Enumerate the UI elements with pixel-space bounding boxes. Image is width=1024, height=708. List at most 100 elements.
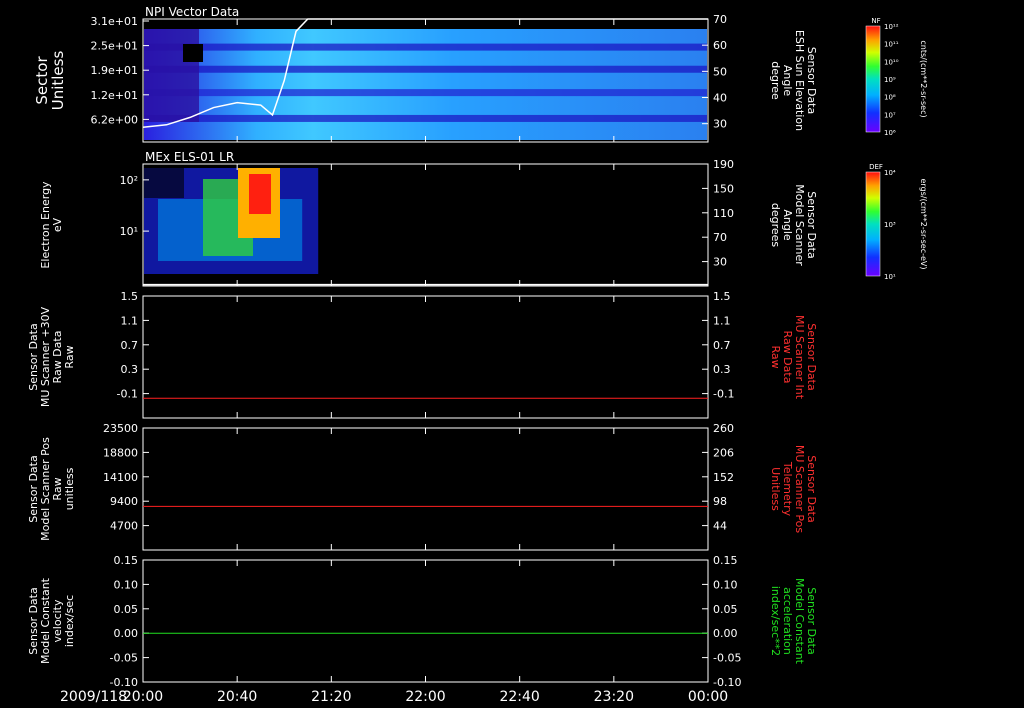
colorbar-label: 10⁷ (884, 111, 896, 119)
y2-axis-label-line: Unitless (769, 467, 782, 511)
y2-axis-label: Sensor DataESH Sun ElevationAngledegree (769, 30, 818, 131)
panel-4: 23500 18800 14100 9400 4700 260 206 152 98 44 Sens… (27, 422, 818, 551)
y2-tick-label: 206 (713, 446, 734, 459)
y2-tick-label: 110 (713, 207, 734, 220)
y-axis-label-line: unitless (63, 467, 76, 510)
y-axis-label-line: eV (51, 217, 64, 232)
y2-tick-label: 60 (713, 39, 727, 52)
panel-1: NPI Vector Data 3.1e+01 2.5e+01 1.9e+01 1.2e… (33, 5, 818, 143)
panel-2: MEx ELS-01 LR 10² 10¹ 190 150 110 70 30 Electron… (39, 150, 818, 287)
panel-frame (142, 559, 709, 683)
y2-axis-label: Sensor DataMU Scanner IntRaw DataRaw (769, 315, 818, 400)
colorbar-gradient (865, 25, 881, 133)
y-axis-label: Sensor DataModel Scanner PosRawunitless (27, 437, 76, 541)
panel-5: 0.15 0.10 0.05 0.00 -0.05 -0.10 0.15 0.10 0.05 0.… (27, 554, 818, 689)
colorbar-label: 10⁹ (884, 76, 896, 84)
y-tick-label: -0.1 (117, 388, 138, 401)
y2-tick-label: 1.5 (713, 290, 731, 303)
y-tick-label: 1.1 (121, 314, 139, 327)
y-tick-label: -0.10 (110, 676, 138, 689)
npi-heatmap (144, 29, 707, 140)
y-tick-label: 0.00 (114, 627, 139, 640)
y-tick-label: 0.7 (121, 339, 139, 352)
y2-tick-label: 70 (713, 231, 727, 244)
x-tick-label: 22:00 (405, 689, 445, 705)
y2-tick-label: 50 (713, 65, 727, 78)
y2-tick-label: 30 (713, 118, 727, 131)
y-tick-label: 1.2e+01 (91, 89, 138, 102)
colorbar-nf: NF 10¹² 10¹¹ 10¹⁰ 10⁹ 10⁸ 10⁷ 10⁶ cnts/(cm**2-sr… (865, 17, 928, 137)
y2-tick-label: -0.05 (713, 652, 741, 665)
y2-tick-label: 30 (713, 256, 727, 269)
colorbar-title: NF (871, 17, 880, 25)
y2-axis-label-line: index/sec**2 (769, 586, 782, 656)
x-tick-label: 22:40 (499, 689, 539, 705)
panel-title: NPI Vector Data (145, 5, 239, 19)
y-tick-label: 1.9e+01 (91, 64, 138, 77)
colorbar-label: 10¹² (884, 23, 899, 31)
colorbar-label: 10³ (884, 221, 896, 229)
panel-frame (142, 295, 709, 419)
colorbar-units: cnts/(cm**2-sr-sec) (919, 40, 928, 117)
y-tick-label: 1.5 (121, 290, 139, 303)
y-tick-label: 18800 (103, 446, 138, 459)
y2-tick-label: 40 (713, 92, 727, 105)
x-tick-label: 21:20 (311, 689, 351, 705)
y2-tick-label: 0.7 (713, 339, 731, 352)
colorbar-label: 10⁴ (884, 169, 896, 177)
y2-tick-label: 44 (713, 520, 727, 533)
y2-tick-label: 0.3 (713, 363, 731, 376)
y2-tick-label: 0.05 (713, 603, 738, 616)
heatmap-band (144, 65, 707, 73)
y2-tick-label: 70 (713, 13, 727, 26)
y-tick-label: 0.05 (114, 603, 139, 616)
y-tick-label: 0.3 (121, 363, 139, 376)
y2-axis-label-line: degrees (769, 203, 782, 248)
panel-frame (142, 427, 709, 551)
y2-axis-label: Sensor DataModel Constantaccelerationind… (769, 578, 818, 665)
y2-tick-label: 98 (713, 495, 727, 508)
y-axis-label-line: Unitless (49, 51, 67, 111)
y-tick-label: 23500 (103, 422, 138, 435)
y2-axis-label: Sensor DataModel ScannerAngledegrees (769, 184, 818, 266)
colorbar-label: 10¹⁰ (884, 58, 899, 66)
y-tick-label: 2.5e+01 (91, 40, 138, 53)
y-axis-label: SectorUnitless (33, 51, 67, 111)
colorbar-gradient (865, 171, 881, 277)
colorbar-label: 10⁶ (884, 129, 896, 137)
y-tick-label: 14100 (103, 471, 138, 484)
heatmap-peak (249, 174, 271, 214)
y2-axis-label-line: degree (769, 61, 782, 100)
plot-canvas: NPI Vector Data 3.1e+01 2.5e+01 1.9e+01 1.2e… (27, 5, 928, 705)
y-tick-label: 9400 (110, 495, 138, 508)
y-tick-label: 10¹ (120, 225, 138, 238)
y2-tick-label: 260 (713, 422, 734, 435)
colorbar-def: DEF10⁴ 10³ 10¹ ergs/(cm**2-sr-sec-eV) (865, 163, 928, 281)
y-tick-label: 0.10 (114, 578, 139, 591)
colorbar-label: 10¹¹ (884, 41, 899, 49)
y2-tick-label: 0.00 (713, 627, 738, 640)
y2-tick-label: 1.1 (713, 314, 731, 327)
x-tick-label: 00:00 (688, 689, 728, 705)
y2-tick-label: 152 (713, 471, 734, 484)
y-axis-label-line: Raw (63, 345, 76, 368)
colorbar-label: 10¹ (884, 273, 896, 281)
y-tick-label: -0.05 (110, 652, 138, 665)
colorbar-units: ergs/(cm**2-sr-sec-eV) (919, 178, 928, 269)
colorbar-title: DEF (869, 163, 883, 171)
y-axis-label: Sensor DataModel Constantvelocityindex/s… (27, 577, 76, 664)
y2-axis-label-line: Raw (769, 345, 782, 368)
y-axis-label-line: index/sec (63, 595, 76, 647)
y-tick-label: 10² (120, 174, 138, 187)
x-tick-label: 20:40 (217, 689, 257, 705)
y2-tick-label: -0.10 (713, 676, 741, 689)
colorbar-label: 10⁸ (884, 94, 896, 102)
heatmap-band (144, 89, 707, 97)
x-tick-label: 23:20 (594, 689, 634, 705)
x-tick-label: 20:00 (123, 689, 163, 705)
y2-tick-label: 0.15 (713, 554, 738, 567)
y-axis-label: Sensor DataMU Scanner +30VRaw DataRaw (27, 306, 76, 407)
heatmap-gap (144, 168, 184, 198)
date-label: 2009/118 (60, 689, 127, 705)
heatmap-block (144, 29, 199, 122)
